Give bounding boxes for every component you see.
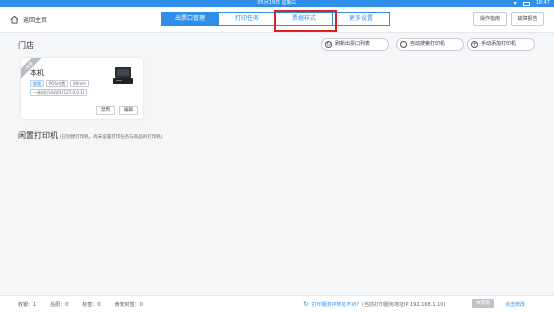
count-food-seal: 食安封签：0 bbox=[114, 302, 143, 308]
printer-name: 本机 bbox=[30, 69, 44, 77]
back-home-button[interactable]: 返回主页 bbox=[10, 15, 47, 24]
tag-width: 80mm bbox=[70, 80, 89, 87]
main-tabs: 出票口管理 打印任务 票据样式 更多设置 bbox=[161, 12, 390, 26]
tab-outlet-management[interactable]: 出票口管理 bbox=[161, 12, 219, 26]
ip-question[interactable]: 打印服务IP地址不对? bbox=[312, 301, 359, 308]
system-status-bar: 05月19日 星期三 ▾ 18:47 bbox=[0, 0, 554, 7]
count-kitchen: 后厨：0 bbox=[50, 302, 69, 308]
refresh-icon[interactable]: ↻ bbox=[303, 300, 309, 308]
idle-printers-subtitle: (已创建打印机，尚未设置打印任务与商品的打印机) bbox=[60, 135, 163, 140]
tag-cashier: 收银 bbox=[30, 80, 44, 87]
printer-address: 一体机打印机01(127.0.0.1) bbox=[30, 89, 88, 96]
service-ip-note: ↻ 打印服务IP地址不对? (当前打印服务地址IP 192.168.1.10) bbox=[303, 300, 445, 308]
back-home-label: 返回主页 bbox=[23, 17, 48, 24]
idle-printers-heading: 闲置打印机 (已创建打印机，尚未设置打印任务与商品的打印机) bbox=[18, 130, 163, 141]
search-icon bbox=[400, 41, 407, 48]
auto-search-label: 自动搜索打印机 bbox=[410, 41, 446, 47]
refresh-icon: ↻ bbox=[325, 41, 332, 48]
refresh-outlets-button[interactable]: ↻ 刷新出票口列表 bbox=[321, 38, 389, 51]
refresh-outlets-label: 刷新出票口列表 bbox=[335, 41, 371, 47]
auto-search-button[interactable]: 自动搜索打印机 bbox=[396, 38, 464, 51]
disable-button[interactable]: 禁用 bbox=[96, 106, 115, 115]
tab-more-settings[interactable]: 更多设置 bbox=[332, 12, 390, 26]
count-cashier: 收银：1 bbox=[18, 302, 37, 308]
store-title: 门店 bbox=[18, 41, 34, 50]
printer-counts: 收银：1 后厨：0 标签：0 食安封签：0 bbox=[18, 301, 143, 308]
modify-link[interactable]: 点击修改 bbox=[505, 301, 525, 308]
wifi-icon: ▾ bbox=[513, 0, 517, 7]
local-badge: 本客端 bbox=[472, 299, 494, 308]
manual-add-label: 手动添加打印机 bbox=[481, 41, 517, 47]
fault-report-button[interactable]: 故障报告 bbox=[511, 12, 544, 26]
tag-pos: POS内置 bbox=[46, 80, 69, 87]
manual-add-button[interactable]: + 手动添加打印机 bbox=[467, 38, 535, 51]
plus-icon: + bbox=[471, 41, 478, 48]
footer-bar: 收银：1 后厨：0 标签：0 食安封签：0 ↻ 打印服务IP地址不对? (当前打… bbox=[0, 295, 554, 312]
current-ip: (当前打印服务地址IP 192.168.1.10) bbox=[362, 301, 446, 308]
status-time: 18:47 bbox=[535, 0, 550, 6]
tab-print-tasks[interactable]: 打印任务 bbox=[218, 12, 276, 26]
count-label: 标签：0 bbox=[82, 302, 101, 308]
status-date: 05月19日 星期三 bbox=[257, 0, 297, 6]
battery-icon bbox=[522, 2, 530, 6]
tab-receipt-style[interactable]: 票据样式 bbox=[275, 12, 333, 26]
top-header: 返回主页 出票口管理 打印任务 票据样式 更多设置 操作指南 故障报告 bbox=[0, 7, 554, 33]
printer-icon bbox=[113, 67, 133, 84]
home-icon bbox=[10, 15, 19, 24]
idle-printers-title: 闲置打印机 bbox=[18, 131, 58, 140]
edit-button[interactable]: 编辑 bbox=[119, 106, 138, 115]
printer-tags: 收银 POS内置 80mm bbox=[30, 80, 89, 87]
guide-button[interactable]: 操作指南 bbox=[473, 12, 507, 26]
